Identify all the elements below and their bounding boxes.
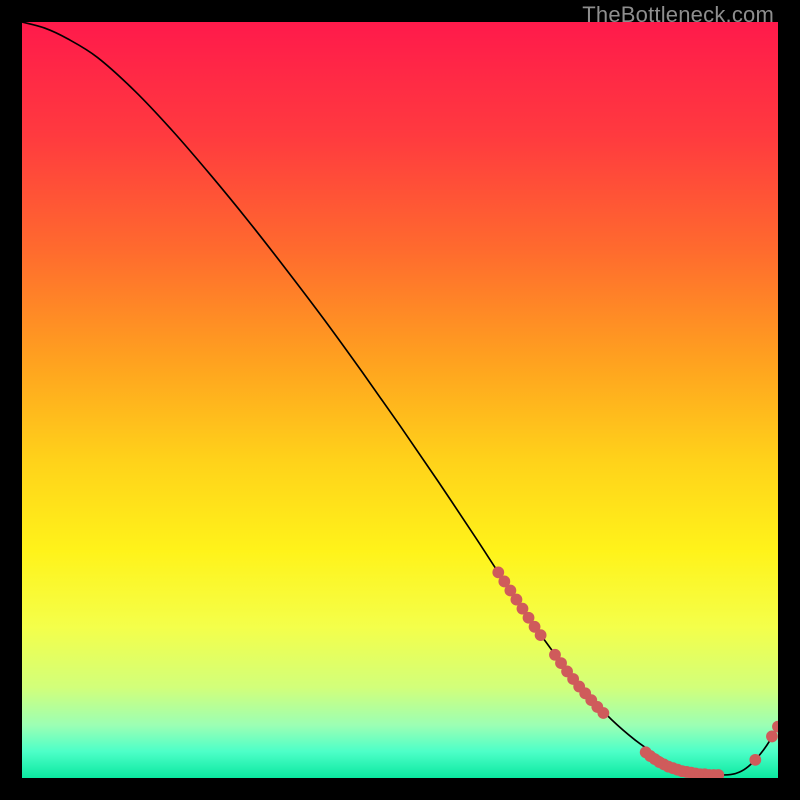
plot-area bbox=[22, 22, 778, 778]
chart-stage: TheBottleneck.com bbox=[0, 0, 800, 800]
marker-group bbox=[492, 566, 778, 778]
data-point bbox=[535, 629, 547, 641]
data-point bbox=[766, 731, 778, 743]
bottleneck-curve bbox=[22, 22, 778, 775]
data-point bbox=[597, 707, 609, 719]
curve-layer bbox=[22, 22, 778, 778]
data-point bbox=[749, 754, 761, 766]
